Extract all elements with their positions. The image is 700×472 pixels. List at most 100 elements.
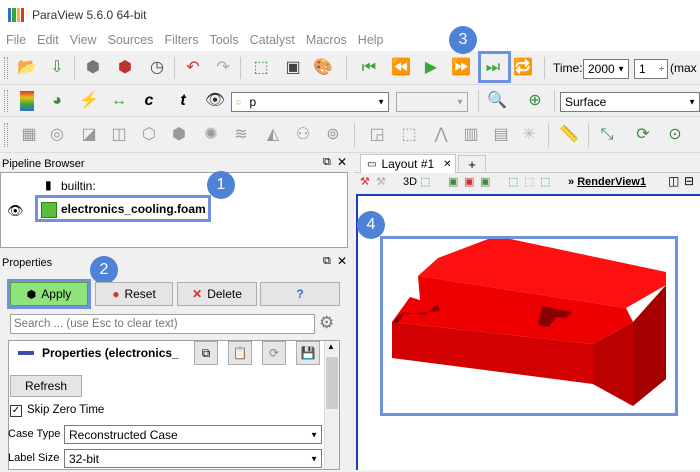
time-index-spinbox[interactable]: 1 ÷ <box>634 59 668 79</box>
label-size-select[interactable]: 32-bit ▼ <box>64 449 322 468</box>
edit-colormap-icon[interactable]: ◕ <box>46 90 68 112</box>
data-table-icon[interactable]: ▤ <box>490 124 512 146</box>
representation-select[interactable]: Surface ▼ <box>560 92 700 112</box>
connect-icon[interactable]: ⬢ <box>82 57 104 79</box>
rescale-t-icon[interactable]: t <box>172 90 194 112</box>
play-icon[interactable]: ▶ <box>420 57 442 79</box>
reset-range-icon[interactable]: ⚡ <box>78 90 100 112</box>
select-frustum-icon[interactable]: ▣ <box>480 175 490 188</box>
ruler-icon[interactable]: 📏 <box>558 124 580 146</box>
plot-over-line-icon[interactable]: ⋀ <box>430 124 452 146</box>
histogram-icon[interactable]: ▥ <box>460 124 482 146</box>
menu-help[interactable]: Help <box>358 33 384 47</box>
warp-icon[interactable]: ◭ <box>262 124 284 146</box>
select-polygon-icon[interactable]: ⬚ <box>508 175 518 188</box>
close-icon[interactable]: ✕ <box>337 155 347 169</box>
contour-icon[interactable]: ◎ <box>46 124 68 146</box>
menu-sources[interactable]: Sources <box>108 33 154 47</box>
toolbar-grip[interactable] <box>4 123 8 147</box>
split-horizontal-icon[interactable]: ⚒ <box>360 175 370 188</box>
reload-button[interactable]: ⟳ <box>262 341 286 365</box>
center-icon[interactable]: ⊙ <box>664 124 686 146</box>
time-value-select[interactable]: 2000 ▼ <box>583 59 629 79</box>
section-collapse-icon[interactable] <box>18 351 34 355</box>
extract-subset-icon[interactable]: ⬢ <box>168 124 190 146</box>
menu-view[interactable]: View <box>70 33 97 47</box>
axes-icon[interactable]: ⤡ <box>596 124 618 146</box>
find-data-icon[interactable]: 🔍 <box>486 90 508 112</box>
menu-tools[interactable]: Tools <box>209 33 238 47</box>
slice-icon[interactable]: ◫ <box>108 124 130 146</box>
stream-tracer-icon[interactable]: ≋ <box>230 124 252 146</box>
menu-macros[interactable]: Macros <box>306 33 347 47</box>
previous-frame-icon[interactable]: ⏪ <box>390 57 412 79</box>
tab-layout-1[interactable]: ▭ Layout #1 ✕ <box>360 154 456 173</box>
extract-level-icon[interactable]: ⊚ <box>322 124 344 146</box>
palette-icon[interactable]: 🎨 <box>312 57 334 79</box>
select-points-icon[interactable]: ⬚ <box>398 124 420 146</box>
skip-zero-time-checkbox[interactable]: ✓ <box>10 405 22 417</box>
help-button[interactable]: ? <box>260 282 340 306</box>
query-icon[interactable]: ⊕ <box>524 90 546 112</box>
close-tab-icon[interactable]: ✕ <box>443 159 451 170</box>
threshold-icon[interactable]: ⬡ <box>138 124 160 146</box>
scrollbar[interactable]: ▲ <box>324 341 339 469</box>
menu-filters[interactable]: Filters <box>164 33 198 47</box>
disconnect-icon[interactable]: ⬢ <box>114 57 136 79</box>
eye-icon[interactable]: 👁 <box>204 90 226 112</box>
delete-button[interactable]: ✕ Delete <box>177 282 257 306</box>
toolbar-grip[interactable] <box>4 57 8 79</box>
select-block-icon[interactable]: ⬚ <box>524 175 534 188</box>
particle-icon[interactable]: ✳ <box>518 124 540 146</box>
clear-selection-icon[interactable]: ⬚ <box>540 175 550 188</box>
paste-button[interactable]: 📋 <box>228 341 252 365</box>
builtin-node[interactable]: builtin: <box>61 179 96 193</box>
toolbar-grip[interactable] <box>4 90 8 112</box>
split-vertical-icon[interactable]: ⚒ <box>376 175 386 188</box>
rescale-c-icon[interactable]: c <box>138 90 160 112</box>
glyph-icon[interactable]: ✺ <box>200 124 222 146</box>
color-legend-icon[interactable] <box>20 91 34 111</box>
rescale-custom-icon[interactable]: ↔ <box>108 90 130 112</box>
group-icon[interactable]: ⚇ <box>292 124 314 146</box>
render-view-label[interactable]: » RenderView1 <box>568 176 646 188</box>
reset-button[interactable]: ● Reset <box>95 282 173 306</box>
split-view-vertical-icon[interactable]: ⊟ <box>684 174 694 188</box>
camera-icon[interactable]: ⬚ <box>250 57 272 79</box>
rotate-icon[interactable]: ⟳ <box>632 124 654 146</box>
menu-catalyst[interactable]: Catalyst <box>250 33 295 47</box>
clip-icon[interactable]: ◪ <box>78 124 100 146</box>
component-select[interactable]: ▼ <box>396 92 468 112</box>
camera-reset-icon[interactable]: ⬚ <box>420 175 430 188</box>
auto-apply-icon[interactable]: ◷ <box>146 57 168 79</box>
render-view[interactable] <box>356 194 700 470</box>
search-input[interactable] <box>10 314 315 334</box>
undo-icon[interactable]: ↶ <box>182 57 204 79</box>
screenshot-icon[interactable]: ▣ <box>282 57 304 79</box>
select-cells-icon[interactable]: ◲ <box>366 124 388 146</box>
menu-file[interactable]: File <box>6 33 26 47</box>
menu-edit[interactable]: Edit <box>37 33 59 47</box>
first-frame-icon[interactable]: ⏮ <box>358 57 380 79</box>
eye-icon[interactable]: 👁 <box>7 203 24 219</box>
save-data-icon[interactable]: ⇩ <box>46 57 68 79</box>
scrollbar-thumb[interactable] <box>326 357 338 409</box>
select-surface-cells-icon[interactable]: ▣ <box>448 175 458 188</box>
copy-button[interactable]: ⧉ <box>194 341 218 365</box>
next-frame-icon[interactable]: ⏩ <box>450 57 472 79</box>
select-surface-points-icon[interactable]: ▣ <box>464 175 474 188</box>
case-type-select[interactable]: Reconstructed Case ▼ <box>64 425 322 444</box>
add-tab-button[interactable]: + <box>458 155 486 173</box>
undock-icon[interactable]: ⧉ <box>323 156 331 169</box>
array-select[interactable]: ○ p ▼ <box>231 92 389 112</box>
split-view-icon[interactable]: ◫ <box>668 174 679 188</box>
3d-toggle[interactable]: 3D <box>403 176 417 188</box>
gear-icon[interactable]: ⚙ <box>319 313 334 333</box>
redo-icon[interactable]: ↷ <box>212 57 234 79</box>
open-folder-icon[interactable]: 📂 <box>16 57 38 79</box>
scroll-up-icon[interactable]: ▲ <box>327 342 335 351</box>
loop-icon[interactable]: 🔁 <box>512 57 534 79</box>
save-settings-button[interactable]: 💾 <box>296 341 320 365</box>
refresh-button[interactable]: Refresh <box>10 375 82 397</box>
calculator-icon[interactable]: ▦ <box>18 124 40 146</box>
